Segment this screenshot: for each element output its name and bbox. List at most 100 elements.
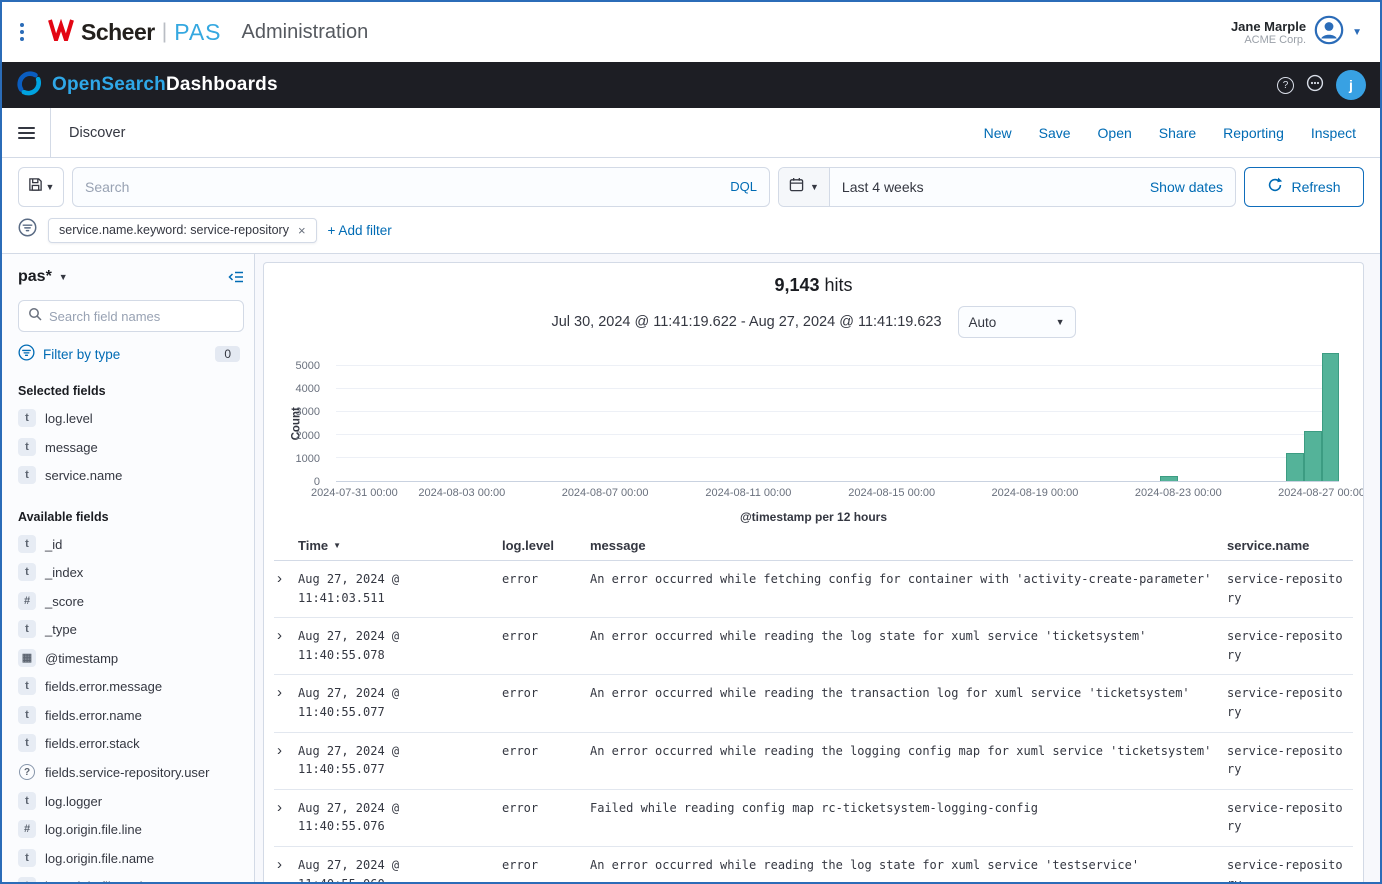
- field-list-item[interactable]: t log.origin.file.name: [18, 844, 244, 873]
- field-list-item[interactable]: ▦ @timestamp: [18, 644, 244, 673]
- chevron-down-icon: ▼: [1352, 27, 1362, 38]
- field-list-item[interactable]: # log.origin.file.line: [18, 815, 244, 844]
- available-fields-list: t _id t _index # _score t _type ▦ @times…: [18, 530, 244, 882]
- cell-message: An error occurred while reading the tran…: [590, 684, 1227, 703]
- toolbar-action-reporting[interactable]: Reporting: [1223, 125, 1284, 141]
- field-type-icon: t: [18, 409, 36, 427]
- refresh-button[interactable]: Refresh: [1244, 167, 1364, 207]
- osd-user-avatar[interactable]: j: [1336, 70, 1366, 100]
- x-axis: 2024-07-31 00:002024-08-03 00:002024-08-…: [336, 487, 1339, 502]
- add-filter-button[interactable]: + Add filter: [328, 223, 392, 238]
- search-input[interactable]: Search DQL: [72, 167, 770, 207]
- menu-icon[interactable]: [2, 108, 51, 157]
- cell-message: An error occurred while reading the logg…: [590, 742, 1227, 761]
- interval-select[interactable]: Auto ▼: [958, 306, 1076, 338]
- remove-filter-icon[interactable]: ×: [298, 223, 306, 238]
- field-search-placeholder: Search field names: [49, 309, 160, 324]
- results-area: 9,143 hits Jul 30, 2024 @ 11:41:19.622 -…: [255, 254, 1380, 882]
- histogram-bar[interactable]: [1322, 353, 1340, 481]
- filters-icon[interactable]: [18, 218, 37, 242]
- field-type-icon: t: [18, 466, 36, 484]
- toolbar-action-new[interactable]: New: [984, 125, 1012, 141]
- cell-message: An error occurred while fetching config …: [590, 570, 1227, 589]
- column-header-time[interactable]: Time ▼: [298, 538, 502, 553]
- field-list-item[interactable]: ? fields.service-repository.user: [18, 758, 244, 787]
- column-header-message[interactable]: message: [590, 538, 1227, 553]
- documents-table: Time ▼ log.level message service.name › …: [274, 530, 1353, 882]
- histogram-bar[interactable]: [1286, 453, 1304, 481]
- toolbar-action-open[interactable]: Open: [1098, 125, 1132, 141]
- chevron-down-icon: ▼: [59, 272, 68, 282]
- table-row: › Aug 27, 2024 @ 11:40:55.078 error An e…: [274, 618, 1353, 675]
- brand-opensearch: OpenSearch: [52, 74, 166, 95]
- table-body: › Aug 27, 2024 @ 11:41:03.511 error An e…: [274, 561, 1353, 882]
- expand-row-icon[interactable]: ›: [274, 627, 298, 645]
- histogram-bar[interactable]: [1304, 431, 1322, 481]
- shortcuts-icon[interactable]: [1306, 74, 1324, 97]
- user-menu[interactable]: Jane Marple ACME Corp. ▼: [1231, 15, 1362, 50]
- time-range-value[interactable]: Last 4 weeks: [830, 179, 1150, 195]
- field-list-item[interactable]: t _index: [18, 558, 244, 587]
- histogram-bar[interactable]: [1160, 476, 1178, 481]
- field-type-icon: t: [18, 438, 36, 456]
- field-list-item[interactable]: t message: [18, 433, 244, 462]
- filter-bar: service.name.keyword: service-repository…: [2, 215, 1380, 254]
- selected-fields-header: Selected fields: [18, 384, 244, 398]
- column-header-level[interactable]: log.level: [502, 538, 590, 553]
- expand-row-icon[interactable]: ›: [274, 799, 298, 817]
- query-language-button[interactable]: DQL: [722, 179, 757, 194]
- field-list-item[interactable]: t fields.error.stack: [18, 729, 244, 758]
- y-tick-label: 5000: [266, 360, 320, 372]
- help-icon[interactable]: ?: [1277, 77, 1294, 94]
- filter-by-type-button[interactable]: Filter by type 0: [18, 344, 244, 364]
- kebab-menu-icon[interactable]: [20, 23, 24, 41]
- expand-row-icon[interactable]: ›: [274, 856, 298, 874]
- field-list-item[interactable]: t log.level: [18, 404, 244, 433]
- field-list-item[interactable]: t _type: [18, 615, 244, 644]
- scheer-logo-mark: [48, 19, 74, 46]
- field-list-item[interactable]: t fields.error.name: [18, 701, 244, 730]
- query-bar: ▼ Search DQL ▼ Last 4 weeks Show dates R…: [2, 158, 1380, 215]
- cell-message: An error occurred while reading the log …: [590, 627, 1227, 646]
- toolbar-action-share[interactable]: Share: [1159, 125, 1196, 141]
- expand-row-icon[interactable]: ›: [274, 684, 298, 702]
- saved-query-button[interactable]: ▼: [18, 167, 64, 207]
- results-panel: 9,143 hits Jul 30, 2024 @ 11:41:19.622 -…: [263, 262, 1364, 882]
- filter-by-type-label: Filter by type: [43, 347, 120, 362]
- scheer-pas-brand: Scheer | PAS: [48, 19, 222, 46]
- field-type-icon: t: [18, 706, 36, 724]
- field-type-icon: t: [18, 535, 36, 553]
- field-list-item[interactable]: t _id: [18, 530, 244, 559]
- field-search-input[interactable]: Search field names: [18, 300, 244, 332]
- field-type-icon: #: [18, 820, 36, 838]
- toolbar-action-inspect[interactable]: Inspect: [1311, 125, 1356, 141]
- opensearch-logo[interactable]: OpenSearchDashboards: [16, 70, 278, 101]
- interval-value: Auto: [969, 315, 997, 330]
- collapse-sidebar-icon[interactable]: [228, 269, 244, 285]
- refresh-label: Refresh: [1291, 179, 1340, 195]
- field-list-item[interactable]: t fields.error.message: [18, 672, 244, 701]
- field-name: service.name: [45, 466, 122, 485]
- cell-log-level: error: [502, 570, 590, 589]
- column-header-service[interactable]: service.name: [1227, 538, 1353, 553]
- field-list-item[interactable]: t service.name: [18, 461, 244, 490]
- cell-service-name: service-repository: [1227, 627, 1353, 664]
- filter-pill[interactable]: service.name.keyword: service-repository…: [48, 218, 317, 243]
- field-list-item[interactable]: t log.origin.file.path: [18, 872, 244, 882]
- cell-time: Aug 27, 2024 @ 11:41:03.511: [298, 570, 502, 607]
- toolbar-action-save[interactable]: Save: [1039, 125, 1071, 141]
- index-pattern-selector[interactable]: pas* ▼: [18, 268, 68, 286]
- field-type-icon: t: [18, 792, 36, 810]
- date-quick-select-button[interactable]: ▼: [779, 168, 830, 206]
- x-tick-label: 2024-08-03 00:00: [418, 487, 505, 499]
- expand-row-icon[interactable]: ›: [274, 570, 298, 588]
- show-dates-link[interactable]: Show dates: [1150, 179, 1235, 195]
- expand-row-icon[interactable]: ›: [274, 742, 298, 760]
- field-name: _id: [45, 535, 62, 554]
- field-name: @timestamp: [45, 649, 118, 668]
- filter-pill-label: service.name.keyword: service-repository: [59, 223, 289, 237]
- field-list-item[interactable]: t log.logger: [18, 787, 244, 816]
- field-list-item[interactable]: # _score: [18, 587, 244, 616]
- opensearch-logo-icon: [16, 70, 42, 101]
- cell-service-name: service-repository: [1227, 742, 1353, 779]
